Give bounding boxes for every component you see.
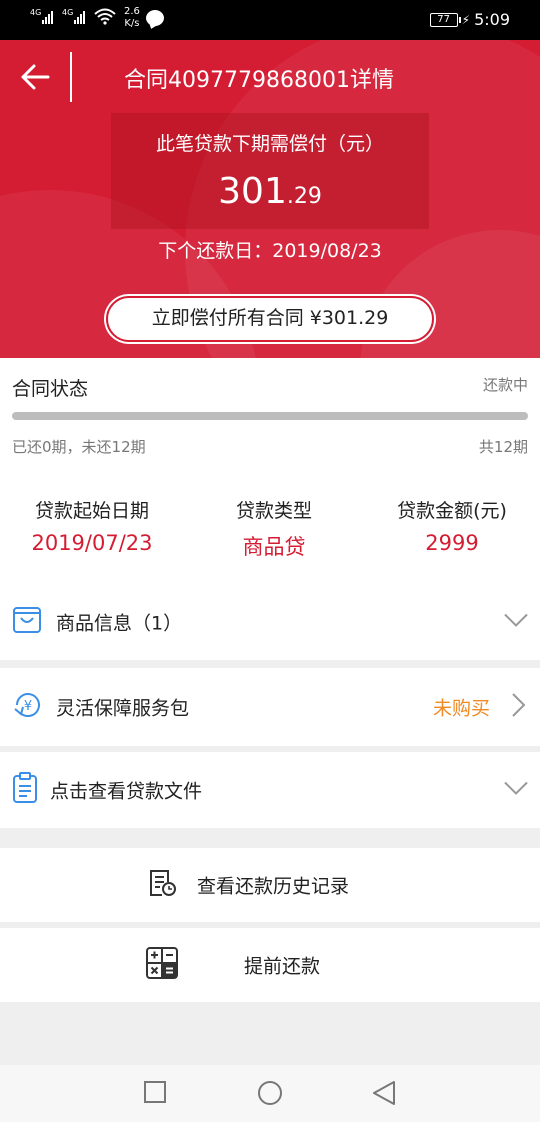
service-pack-label: 灵活保障服务包 <box>56 697 190 720</box>
loan-start-date: 贷款起始日期 2019/07/23 <box>2 496 182 555</box>
back-button[interactable] <box>18 60 58 94</box>
loan-start-date-value: 2019/07/23 <box>31 531 153 555</box>
loan-files-row[interactable]: 点击查看贷款文件 <box>0 752 540 828</box>
shopping-bag-icon <box>12 605 42 639</box>
loan-files-label: 点击查看贷款文件 <box>50 780 203 803</box>
calculator-icon <box>146 947 178 983</box>
amount-integer: 301 <box>218 171 287 212</box>
signal-type-label: 4G <box>30 8 42 17</box>
wifi-icon <box>94 6 116 26</box>
back-nav-button[interactable] <box>372 1080 396 1110</box>
network-speed: 2.6 K/s <box>124 6 140 30</box>
refresh-yuan-icon: ¥ <box>12 689 44 725</box>
service-pack-status: 未购买 <box>432 697 490 720</box>
svg-text:¥: ¥ <box>24 699 32 714</box>
cellular-signal-icon: 4G <box>62 6 88 26</box>
network-speed-value: 2.6 <box>124 6 140 17</box>
header-divider <box>70 52 72 102</box>
home-button[interactable] <box>257 1080 283 1110</box>
installments-total-text: 共12期 <box>478 438 528 456</box>
cellular-signal-icon: 4G <box>30 6 56 26</box>
status-bar: 4G 4G 2.6 K/s 77 ⚡ 5:09 <box>0 0 540 40</box>
system-nav-bar <box>0 1065 540 1122</box>
pay-all-contracts-button[interactable]: 立即偿付所有合同 ¥301.29 <box>106 296 434 342</box>
clock: 5:09 <box>474 10 510 29</box>
repayment-progress-bar <box>12 412 528 420</box>
next-payment-amount: 301.29 <box>111 171 429 212</box>
clipboard-icon <box>12 772 38 808</box>
loan-type-label: 贷款类型 <box>235 500 312 522</box>
product-info-label: 商品信息（1） <box>56 612 183 635</box>
contract-status-value: 还款中 <box>482 376 528 394</box>
signal-type-label: 4G <box>62 8 74 17</box>
loan-start-date-label: 贷款起始日期 <box>34 500 149 522</box>
recent-apps-button[interactable] <box>144 1081 166 1107</box>
loan-amount: 贷款金额(元) 2999 <box>362 496 540 555</box>
charging-icon: ⚡ <box>461 12 471 27</box>
next-payment-label: 此笔贷款下期需偿付（元） <box>155 133 384 155</box>
loan-amount-value: 2999 <box>425 531 479 555</box>
product-info-row[interactable]: 商品信息（1） <box>0 584 540 660</box>
history-document-icon <box>148 868 178 902</box>
next-payment-box: 此笔贷款下期需偿付（元） 301.29 <box>111 113 429 229</box>
loan-amount-label: 贷款金额(元) <box>397 500 507 522</box>
repayment-history-row[interactable]: 查看还款历史记录 <box>0 848 540 922</box>
page-title: 合同4097779868001详情 <box>124 68 394 93</box>
loan-type: 贷款类型 商品贷 <box>184 496 364 561</box>
prepay-row[interactable]: 提前还款 <box>0 928 540 1002</box>
message-icon <box>145 10 164 26</box>
contract-header: 合同4097779868001详情 此笔贷款下期需偿付（元） 301.29 下个… <box>0 40 540 358</box>
next-repayment-date: 下个还款日：2019/08/23 <box>158 240 382 262</box>
chevron-down-icon <box>504 781 528 800</box>
chevron-down-icon <box>504 613 528 632</box>
network-speed-unit: K/s <box>124 18 140 29</box>
repayment-history-label: 查看还款历史记录 <box>197 875 350 898</box>
prepay-label: 提前还款 <box>244 955 321 978</box>
installments-paid-text: 已还0期，未还12期 <box>12 438 146 456</box>
amount-decimal: .29 <box>286 184 322 209</box>
loan-type-value: 商品贷 <box>242 535 306 559</box>
battery-icon: 77 <box>429 12 461 27</box>
back-arrow-icon <box>21 64 50 90</box>
chevron-right-icon <box>512 693 526 721</box>
service-pack-row[interactable]: ¥ 灵活保障服务包 未购买 <box>0 668 540 746</box>
contract-status-card: 合同状态 还款中 已还0期，未还12期 共12期 贷款起始日期 2019/07/… <box>0 358 540 600</box>
contract-status-title: 合同状态 <box>12 378 89 400</box>
